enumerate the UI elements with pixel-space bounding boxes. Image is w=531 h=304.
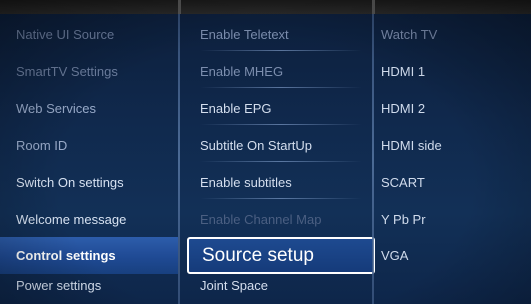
menu-item-hdmi-side[interactable]: HDMI side bbox=[375, 127, 531, 164]
top-strip bbox=[0, 0, 531, 14]
menu-item-joint-space[interactable]: Joint Space bbox=[181, 267, 372, 304]
column-divider bbox=[178, 14, 180, 304]
menu-item-scart[interactable]: SCART bbox=[375, 164, 531, 201]
menu-item-power-settings[interactable]: Power settings bbox=[0, 267, 178, 304]
menu-item-hdmi-2[interactable]: HDMI 2 bbox=[375, 90, 531, 127]
menu-item-label: Enable subtitles bbox=[200, 175, 292, 190]
menu-item-label: Enable Teletext bbox=[200, 27, 289, 42]
menu-item-web-services[interactable]: Web Services bbox=[0, 90, 178, 127]
menu-item-label: Subtitle On StartUp bbox=[200, 138, 312, 153]
item-separator bbox=[200, 87, 362, 88]
tv-menu-screen: Native UI Source SmartTV Settings Web Se… bbox=[0, 0, 531, 304]
menu-item-switch-on-settings[interactable]: Switch On settings bbox=[0, 164, 178, 201]
menu-item-smarttv-settings[interactable]: SmartTV Settings bbox=[0, 53, 178, 90]
item-separator bbox=[200, 50, 362, 51]
menu-item-label: Enable MHEG bbox=[200, 64, 284, 79]
top-strip-divider bbox=[372, 0, 375, 14]
menu-item-enable-mheg[interactable]: Enable MHEG bbox=[181, 53, 372, 90]
menu-item-label: Enable Channel Map bbox=[200, 212, 322, 227]
menu-item-watch-tv[interactable]: Watch TV bbox=[375, 16, 531, 53]
menu-item-ypbpr[interactable]: Y Pb Pr bbox=[375, 201, 531, 238]
menu-item-enable-subtitles[interactable]: Enable subtitles bbox=[181, 164, 372, 201]
top-strip-divider bbox=[178, 0, 181, 14]
menu-item-enable-epg[interactable]: Enable EPG bbox=[181, 90, 372, 127]
item-separator bbox=[200, 124, 362, 125]
menu-item-subtitle-on-startup[interactable]: Subtitle On StartUp bbox=[181, 127, 372, 164]
menu-item-native-ui-source[interactable]: Native UI Source bbox=[0, 16, 178, 53]
right-menu: Watch TV HDMI 1 HDMI 2 HDMI side SCART Y… bbox=[375, 14, 531, 304]
menu-item-enable-channel-map: Enable Channel Map bbox=[181, 201, 372, 238]
column-divider bbox=[372, 14, 374, 304]
menu-item-room-id[interactable]: Room ID bbox=[0, 127, 178, 164]
left-menu: Native UI Source SmartTV Settings Web Se… bbox=[0, 14, 178, 304]
menu-item-vga[interactable]: VGA bbox=[375, 237, 531, 274]
middle-menu: Enable Teletext Enable MHEG Enable EPG S… bbox=[181, 14, 375, 304]
menu-item-hdmi-1[interactable]: HDMI 1 bbox=[375, 53, 531, 90]
item-separator bbox=[200, 161, 362, 162]
menu-item-welcome-message[interactable]: Welcome message bbox=[0, 201, 178, 238]
menu-item-enable-teletext[interactable]: Enable Teletext bbox=[181, 16, 372, 53]
item-separator bbox=[200, 198, 362, 199]
menu-item-label: Enable EPG bbox=[200, 101, 272, 116]
